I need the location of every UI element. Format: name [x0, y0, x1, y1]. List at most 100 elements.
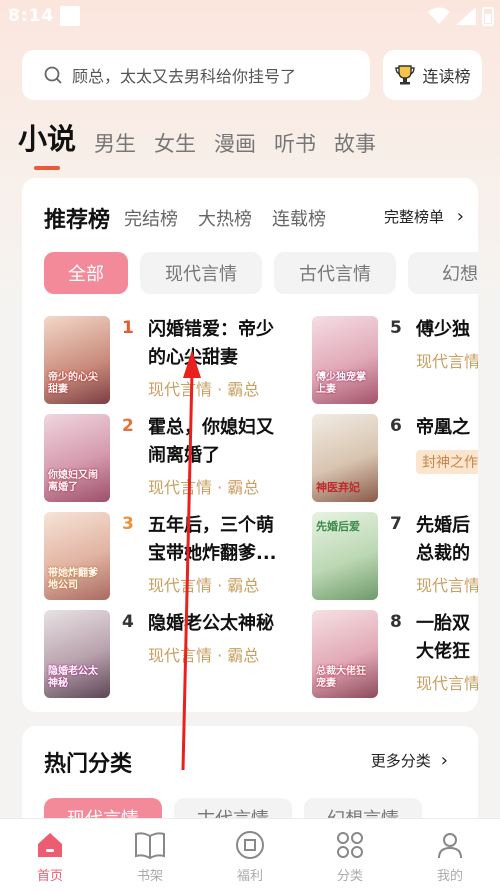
book-title: 帝凰之 [416, 417, 470, 438]
book-rank: 5 [390, 318, 402, 338]
ranking-header: 推荐榜 完结榜 大热榜 连载榜 完整榜单 › [44, 202, 464, 234]
book-cover: 总裁大佬狂宠妻 [312, 610, 378, 698]
book-item[interactable]: 总裁大佬狂宠妻 8 一胎双 大佬狂 现代言情 [312, 610, 478, 702]
book-item[interactable]: 带她炸翻爹地公司 3 五年后，三个萌 宝带她炸翻爹... 现代言情 · 霸总 [44, 512, 277, 604]
book-cover: 你媳妇又闹离婚了 [44, 414, 110, 502]
category-title: 热门分类 [44, 752, 133, 777]
book-title: 一胎双 大佬狂 [416, 613, 470, 662]
book-tags: 现代言情 · 霸总 [148, 380, 260, 399]
book-title: 闪婚错爱：帝少 的心尖甜妻 [148, 319, 274, 368]
nav-welfare[interactable]: 福利 [200, 819, 300, 890]
book-rank: 1 [122, 318, 134, 338]
book-item[interactable]: 神医弃妃 6 帝凰之 封神之作 [312, 414, 478, 506]
nav-bookshelf-label: 书架 [136, 869, 163, 884]
book-rank: 7 [390, 514, 402, 534]
nav-home[interactable]: 首页 [0, 819, 100, 890]
rank-button-label: 连读榜 [422, 67, 471, 86]
tab-female[interactable]: 女生 [154, 128, 196, 158]
book-rank: 3 [122, 514, 134, 534]
nav-profile[interactable]: 我的 [400, 819, 500, 890]
cover-title: 帝少的心尖甜妻 [48, 372, 98, 395]
book-rank: 2 [122, 416, 134, 436]
bottom-nav: 首页 书架 福利 分类 我的 [0, 818, 500, 890]
book-tags: 现代言情 · 霸总 [148, 576, 260, 595]
book-rank: 4 [122, 612, 134, 632]
book-title: 霍总，你媳妇又 闹离婚了 [148, 417, 274, 466]
book-title: 先婚后 总裁的 [416, 515, 470, 564]
more-categories-link[interactable]: 更多分类 › [371, 750, 448, 771]
book-tags: 现代言情 [416, 352, 478, 371]
book-cover: 带她炸翻爹地公司 [44, 512, 110, 600]
notification-icon [60, 6, 80, 26]
book-cover: 傅少独宠掌上妻 [312, 316, 378, 404]
rank-tab-hot[interactable]: 大热榜 [198, 205, 252, 231]
nav-category-label: 分类 [336, 869, 363, 884]
status-bar: 8:14 [0, 0, 500, 36]
signal-icon [456, 7, 476, 25]
chevron-right-icon: › [440, 750, 448, 771]
trophy-icon [395, 65, 416, 85]
cover-title: 神医弃妃 [316, 481, 360, 494]
cover-title: 总裁大佬狂宠妻 [316, 666, 366, 689]
rank-tab-finished[interactable]: 完结榜 [124, 205, 178, 231]
grid-icon [337, 832, 363, 858]
status-time: 8:14 [8, 6, 55, 26]
nav-welfare-label: 福利 [236, 869, 263, 884]
book-tags: 现代言情 [416, 674, 478, 693]
book-cover: 隐婚老公太神秘 [44, 610, 110, 698]
book-cover: 神医弃妃 [312, 414, 378, 502]
book-tags: 现代言情 · 霸总 [148, 646, 260, 665]
genre-chips: 全部 现代言情 古代言情 幻想言 [44, 252, 478, 294]
book-title: 五年后，三个萌 宝带她炸翻爹... [148, 515, 277, 564]
book-icon [135, 832, 165, 859]
nav-home-label: 首页 [36, 869, 63, 884]
tab-story[interactable]: 故事 [334, 128, 376, 158]
chip-ancient-romance[interactable]: 古代言情 [274, 252, 396, 294]
book-tags: 现代言情 · 霸总 [148, 478, 260, 497]
full-ranking-label: 完整榜单 [384, 208, 445, 226]
tab-male[interactable]: 男生 [94, 128, 136, 158]
ranking-title[interactable]: 推荐榜 [44, 202, 110, 234]
cover-title: 带她炸翻爹地公司 [48, 568, 98, 591]
chip-modern-romance[interactable]: 现代言情 [140, 252, 262, 294]
cover-title: 傅少独宠掌上妻 [316, 372, 366, 395]
tab-audiobook[interactable]: 听书 [274, 128, 316, 158]
chip-fantasy-romance[interactable]: 幻想言 [408, 252, 478, 294]
book-rank: 6 [390, 416, 402, 436]
cover-title: 你媳妇又闹离婚了 [48, 470, 98, 493]
cover-title: 先婚后爱 [316, 520, 360, 533]
tab-comic[interactable]: 漫画 [214, 128, 256, 158]
nav-category[interactable]: 分类 [300, 819, 400, 890]
search-placeholder: 顾总，太太又去男科给你挂号了 [72, 67, 297, 86]
book-tags: 现代言情 [416, 576, 478, 595]
book-item[interactable]: 隐婚老公太神秘 4 隐婚老公太神秘 现代言情 · 霸总 [44, 610, 274, 702]
user-icon [438, 833, 462, 859]
home-icon [38, 833, 62, 857]
search-icon [44, 66, 62, 84]
book-badge: 封神之作 [416, 450, 478, 474]
nav-profile-label: 我的 [436, 869, 463, 884]
continuous-rank-button[interactable]: 连读榜 [383, 50, 482, 100]
tab-novel[interactable]: 小说 [18, 116, 76, 170]
cover-title: 隐婚老公太神秘 [48, 666, 98, 689]
nav-bookshelf[interactable]: 书架 [100, 819, 200, 890]
gift-icon [236, 831, 264, 859]
ranking-card: 推荐榜 完结榜 大热榜 连载榜 完整榜单 › 全部 现代言情 古代言情 幻想言 … [22, 178, 478, 712]
full-ranking-link[interactable]: 完整榜单 › [384, 206, 464, 227]
wifi-icon [428, 7, 450, 24]
chip-all[interactable]: 全部 [44, 252, 128, 294]
chevron-right-icon: › [456, 206, 464, 227]
search-bar[interactable]: 顾总，太太又去男科给你挂号了 [22, 50, 370, 100]
battery-icon [482, 7, 494, 26]
more-categories-label: 更多分类 [370, 752, 431, 770]
book-item[interactable]: 帝少的心尖甜妻 1 闪婚错爱：帝少 的心尖甜妻 现代言情 · 霸总 [44, 316, 274, 408]
book-item[interactable]: 傅少独宠掌上妻 5 傅少独 现代言情 [312, 316, 478, 408]
book-title: 隐婚老公太神秘 [148, 613, 274, 634]
book-item[interactable]: 先婚后爱 7 先婚后 总裁的 现代言情 [312, 512, 478, 604]
book-rank: 8 [390, 612, 402, 632]
book-item[interactable]: 你媳妇又闹离婚了 2 霍总，你媳妇又 闹离婚了 现代言情 · 霸总 [44, 414, 274, 506]
rank-tab-serial[interactable]: 连载榜 [272, 205, 326, 231]
main-tabs: 小说 男生 女生 漫画 听书 故事 [18, 116, 376, 170]
book-title: 傅少独 [416, 319, 470, 340]
book-cover: 先婚后爱 [312, 512, 378, 600]
